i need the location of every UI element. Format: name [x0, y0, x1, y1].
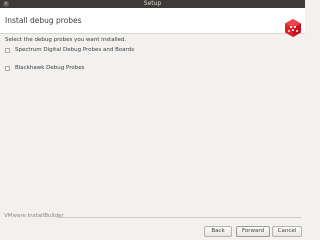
page-title: Install debug probes: [5, 16, 82, 25]
instruction-text: Select the debug probes you want install…: [5, 37, 127, 43]
footer-brand: VMware InstallBuilder: [4, 213, 64, 219]
main-content: Select the debug probes you want install…: [0, 35, 305, 195]
setup-window: × Setup Install debug probes Select the …: [0, 0, 305, 240]
page-header: Install debug probes: [0, 8, 305, 37]
cancel-button[interactable]: Cancel: [272, 226, 302, 237]
option-spectrum-digital[interactable]: Spectrum Digital Debug Probes and Boards: [5, 46, 134, 54]
option-label: Spectrum Digital Debug Probes and Boards: [15, 47, 135, 53]
window-title: Setup: [143, 0, 162, 7]
checkbox-spectrum-digital[interactable]: [5, 47, 10, 53]
back-button[interactable]: Back: [204, 226, 232, 237]
window-titlebar[interactable]: × Setup: [0, 0, 305, 8]
window-close-button[interactable]: ×: [3, 1, 9, 7]
footer-separator: [57, 217, 301, 218]
forward-button[interactable]: Forward: [236, 226, 270, 237]
checkbox-blackhawk[interactable]: [5, 65, 10, 71]
option-label: Blackhawk Debug Probes: [15, 65, 85, 71]
option-blackhawk[interactable]: Blackhawk Debug Probes: [5, 64, 84, 72]
